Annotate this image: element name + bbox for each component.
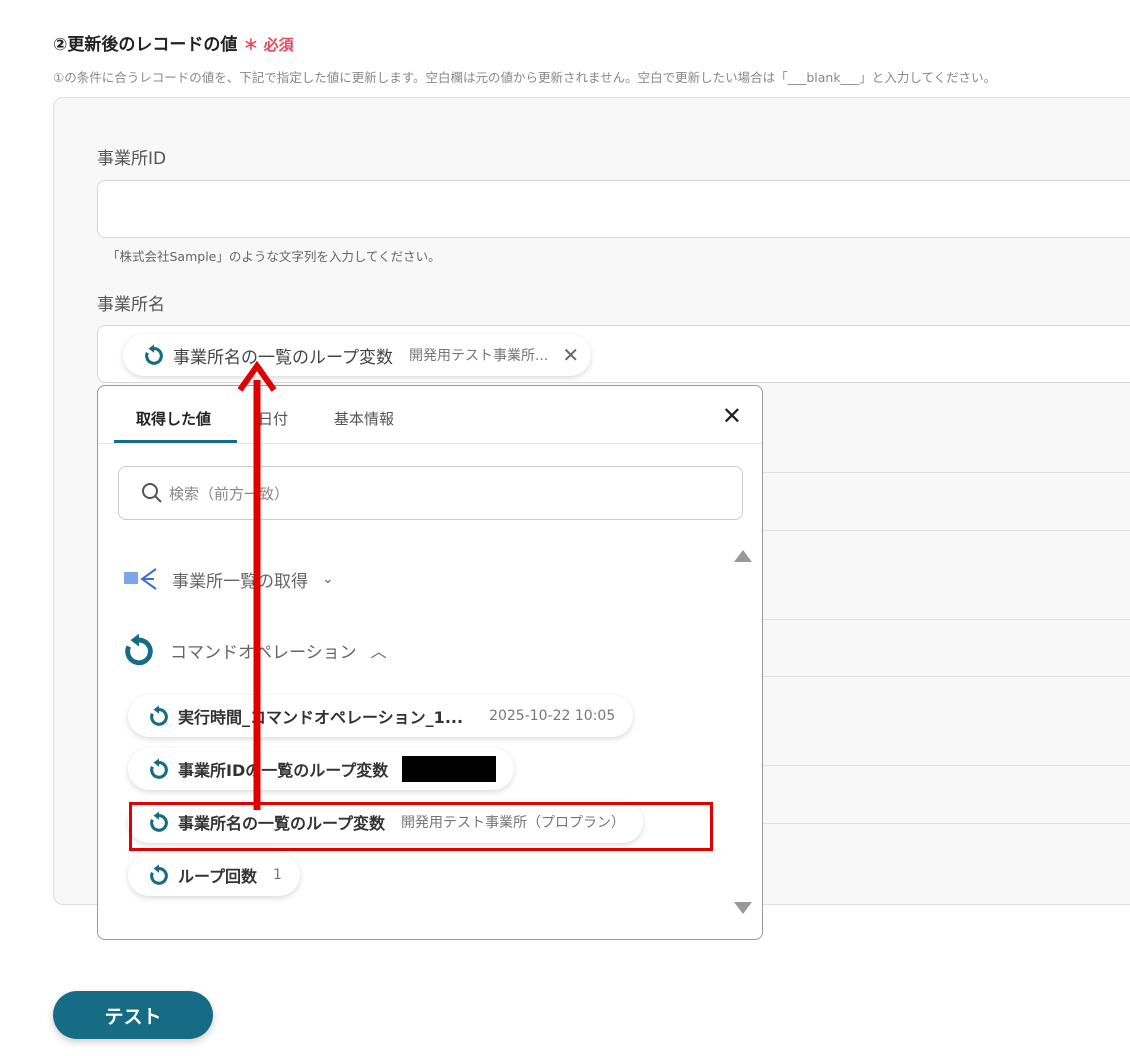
- red-arrow-annotation: [237, 360, 277, 810]
- test-button[interactable]: テスト: [53, 991, 213, 1039]
